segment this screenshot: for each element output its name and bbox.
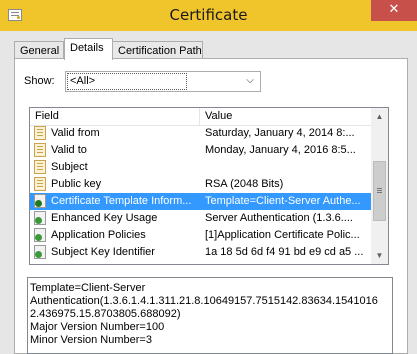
window-title: Certificate: [169, 6, 248, 24]
table-row[interactable]: Subject Key Identifier 1a 18 5d 6d f4 91 …: [30, 244, 371, 261]
table-row[interactable]: Application Policies [1]Application Certi…: [30, 227, 371, 244]
row-field-name: Subject: [51, 161, 88, 173]
document-icon: [34, 177, 46, 191]
row-field-value: Template=Client-Server Authe...: [205, 195, 361, 207]
scroll-thumb[interactable]: [373, 161, 386, 221]
document-icon: [34, 160, 46, 174]
row-field-name: Valid from: [51, 127, 100, 139]
row-field-value: Monday, January 4, 2016 8:5...: [205, 144, 356, 156]
row-field-name: Application Policies: [51, 229, 146, 241]
detail-line: Major Version Number=100: [30, 321, 165, 333]
row-field-name: Public key: [51, 178, 102, 190]
extension-icon: [34, 194, 46, 208]
list-header: Field Value: [30, 108, 371, 126]
detail-line: Authentication(1.3.6.1.4.1.311.21.8.1064…: [30, 295, 378, 307]
row-field-name: Certificate Template Inform...: [51, 195, 192, 207]
row-field-name: Enhanced Key Usage: [51, 212, 158, 224]
table-row[interactable]: Certificate Template Inform... Template=C…: [30, 193, 371, 210]
table-row[interactable]: Enhanced Key Usage Server Authentication …: [30, 210, 371, 227]
column-header-field[interactable]: Field: [30, 108, 199, 125]
tab-strip: General Details Certification Path: [14, 38, 414, 60]
extension-icon: [34, 228, 46, 242]
show-dropdown-value: <All>: [67, 73, 187, 90]
table-row[interactable]: Public key RSA (2048 Bits): [30, 176, 371, 193]
show-label: Show:: [24, 75, 55, 87]
row-field-value: Server Authentication (1.3.6....: [205, 212, 353, 224]
title-bar: Certificate ✕: [0, 0, 417, 31]
row-field-name: Subject Key Identifier: [51, 246, 155, 258]
document-icon: [34, 126, 46, 140]
column-header-value[interactable]: Value: [200, 108, 371, 125]
list-rows: Valid from Saturday, January 4, 2014 8:..…: [30, 125, 371, 261]
scroll-up-icon[interactable]: ▲: [371, 108, 388, 125]
fields-list[interactable]: Field Value Valid from Saturday, January …: [29, 107, 389, 265]
row-field-value: RSA (2048 Bits): [205, 178, 284, 190]
table-row[interactable]: Subject: [30, 159, 371, 176]
row-field-name: Valid to: [51, 144, 87, 156]
row-field-value: Saturday, January 4, 2014 8:...: [205, 127, 355, 139]
tab-details[interactable]: Details: [64, 38, 113, 60]
grip-icon: [377, 188, 382, 189]
detail-line: Minor Version Number=3: [30, 334, 152, 346]
scroll-down-icon[interactable]: ▼: [371, 247, 388, 264]
detail-line: Template=Client-Server: [30, 282, 146, 294]
detail-line: 2.436975.15.8703805.688092): [30, 308, 181, 320]
show-dropdown[interactable]: <All> ⌵: [65, 71, 261, 92]
vertical-scrollbar[interactable]: ▲ ▼: [371, 108, 388, 264]
table-row[interactable]: Valid from Saturday, January 4, 2014 8:..…: [30, 125, 371, 142]
table-row[interactable]: Valid to Monday, January 4, 2016 8:5...: [30, 142, 371, 159]
extension-icon: [34, 211, 46, 225]
document-icon: [34, 143, 46, 157]
field-detail-box[interactable]: Template=Client-Server Authentication(1.…: [27, 277, 393, 354]
row-field-value: [1]Application Certificate Polic...: [205, 229, 360, 241]
close-button[interactable]: ✕: [371, 0, 417, 21]
chevron-down-icon: ⌵: [246, 75, 254, 86]
row-field-value: 1a 18 5d 6d f4 91 bd e9 cd a5 ...: [205, 246, 364, 258]
extension-icon: [34, 245, 46, 259]
